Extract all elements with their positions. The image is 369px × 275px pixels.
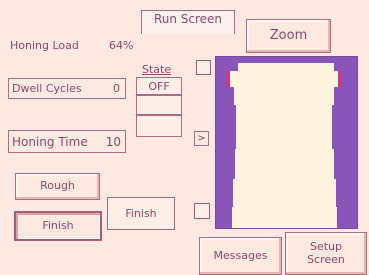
dwell-cycles-label: Dwell Cycles: [12, 82, 82, 95]
rough-button[interactable]: Rough: [15, 173, 100, 200]
dwell-cycles-field[interactable]: Dwell Cycles 0: [8, 78, 126, 99]
state-cell-1: OFF: [136, 77, 182, 95]
messages-label: Messages: [213, 248, 268, 262]
finish-button[interactable]: Finish: [14, 211, 102, 241]
zoom-button[interactable]: Zoom: [246, 19, 331, 53]
finish-label: Finish: [42, 218, 74, 232]
bore-profile: [228, 63, 339, 228]
state-cell-2: [136, 95, 182, 115]
bore-profile-graphic: [226, 63, 342, 228]
finish-status-label: Finish: [125, 207, 157, 220]
arrow-right-button[interactable]: >: [194, 131, 209, 146]
setup-screen-button[interactable]: Setup Screen: [285, 232, 367, 275]
bore-gauge: [215, 56, 358, 229]
top-checkbox[interactable]: [196, 60, 211, 75]
honing-load-value: 64%: [109, 39, 134, 52]
zoom-label: Zoom: [269, 27, 308, 43]
tab-run-screen: Run Screen: [141, 10, 235, 34]
state-cell-3: [136, 115, 182, 137]
state-value-1: OFF: [148, 79, 170, 93]
right-notch: [338, 71, 342, 87]
finish-status-box: Finish: [107, 197, 175, 230]
arrow-right-icon: >: [197, 132, 206, 144]
rough-label: Rough: [40, 179, 75, 193]
honing-time-field[interactable]: Honing Time 10: [8, 130, 126, 153]
tab-label: Run Screen: [153, 12, 223, 26]
dwell-cycles-value: 0: [113, 82, 120, 95]
messages-button[interactable]: Messages: [199, 237, 282, 275]
honing-load-label: Honing Load: [10, 39, 79, 52]
state-header: State: [142, 63, 172, 76]
bottom-checkbox[interactable]: [194, 203, 210, 219]
honing-time-label: Honing Time: [12, 134, 88, 149]
left-notch: [226, 71, 230, 87]
honing-time-value: 10: [105, 134, 121, 149]
setup-screen-label: Setup Screen: [307, 239, 345, 266]
